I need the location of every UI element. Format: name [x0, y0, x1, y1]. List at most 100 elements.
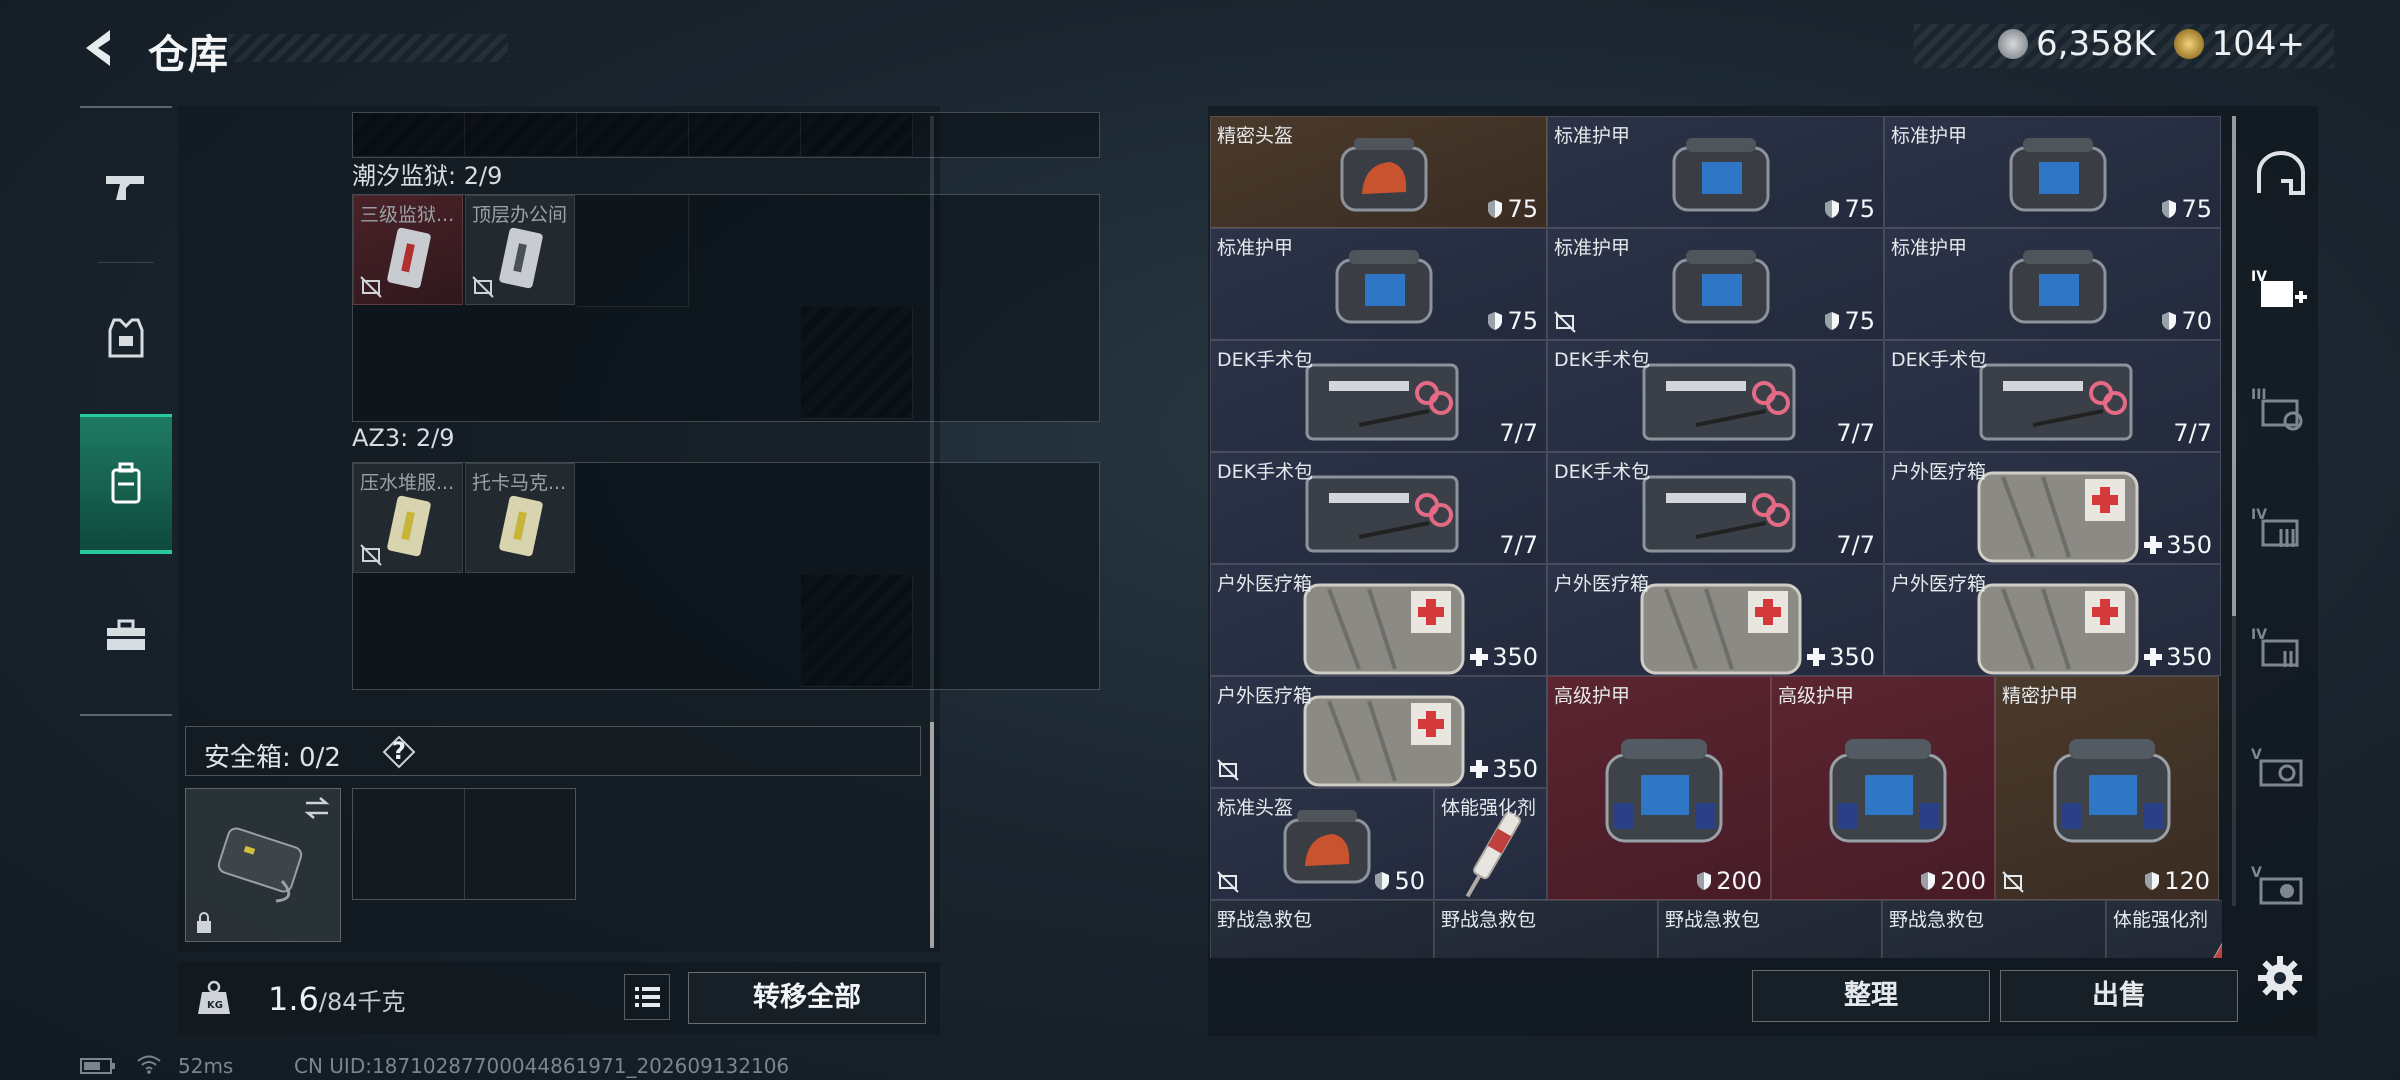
armor-vest-icon — [1672, 250, 1770, 324]
category-backpack[interactable] — [80, 414, 172, 554]
inventory-item[interactable]: DEK手术包 7/7 — [1547, 452, 1884, 564]
storage-scrollbar-thumb[interactable] — [930, 722, 934, 948]
inventory-item[interactable]: DEK手术包 7/7 — [1210, 452, 1547, 564]
sort-button[interactable]: 整理 — [1752, 970, 1990, 1022]
keycard-icon — [499, 495, 543, 557]
filter-ammo-iii[interactable]: III — [2248, 376, 2314, 442]
shield-icon — [1825, 312, 1840, 330]
swap-icon[interactable] — [302, 795, 332, 821]
list-item[interactable]: 顶层办公间 — [465, 195, 575, 305]
inventory-item[interactable]: DEK手术包 7/7 — [1884, 340, 2221, 452]
inventory-item[interactable]: 体能强化剂 — [1434, 788, 1547, 900]
armor-vest-icon — [1829, 739, 1947, 843]
inventory-item[interactable]: 标准头盔 50 — [1210, 788, 1434, 900]
help-button[interactable]: ? — [382, 735, 416, 769]
ammo-v-alt-filter-icon: V — [2251, 865, 2303, 905]
item-value: 350 — [1807, 643, 1875, 671]
weight-current: 1.6 — [268, 980, 319, 1018]
item-value: 7/7 — [1499, 531, 1538, 559]
item-name: DEK手术包 — [1554, 349, 1651, 371]
sell-button[interactable]: 出售 — [2000, 970, 2238, 1022]
list-item[interactable]: 托卡马克... — [465, 463, 575, 573]
item-name: 标准护甲 — [1891, 125, 1968, 147]
filter-ammo-v-alt[interactable]: V — [2248, 854, 2314, 920]
item-value-text: 7/7 — [1499, 419, 1538, 447]
item-value-text: 7/7 — [1836, 531, 1875, 559]
item-value-text: 200 — [1940, 867, 1986, 895]
no-insure-icon — [1554, 311, 1576, 333]
inventory-item[interactable]: 高级护甲 200 — [1771, 676, 1995, 900]
item-value-text: 120 — [2164, 867, 2210, 895]
filter-ammo-v[interactable]: V — [2248, 736, 2314, 802]
filter-medkit[interactable]: IV — [2248, 258, 2314, 324]
inventory-item[interactable]: 户外医疗箱 350 — [1884, 564, 2221, 676]
weight-capacity: /84千克 — [318, 988, 406, 1016]
weight-bar: KG 1.6/84千克 转移全部 — [178, 962, 940, 1034]
item-value-text: 7/7 — [2173, 419, 2212, 447]
item-name: 野战急救包 — [1441, 909, 1537, 931]
inventory-item[interactable]: 户外医疗箱 350 — [1884, 452, 2221, 564]
safebox-header: 安全箱: 0/2 ? — [185, 726, 921, 776]
item-value-text: 50 — [1394, 867, 1425, 895]
inventory-item[interactable]: 户外医疗箱 350 — [1210, 564, 1547, 676]
transfer-all-button[interactable]: 转移全部 — [688, 972, 926, 1024]
item-value: 50 — [1374, 867, 1425, 895]
inventory-item[interactable]: 精密护甲 120 — [1995, 676, 2219, 900]
item-value: 75 — [1487, 307, 1538, 335]
inventory-item[interactable]: 户外医疗箱 350 — [1547, 564, 1884, 676]
filter-helmet[interactable] — [2248, 142, 2314, 208]
inventory-item[interactable]: 体能强化剂 — [2106, 900, 2222, 958]
item-value-text: 75 — [2181, 195, 2212, 223]
category-weapons[interactable] — [80, 118, 172, 258]
inventory-item[interactable]: 户外医疗箱 350 — [1210, 676, 1547, 788]
filter-ammo-iv-alt[interactable]: IV — [2248, 616, 2314, 682]
item-value-text: 200 — [1716, 867, 1762, 895]
item-value: 7/7 — [1836, 419, 1875, 447]
lock-icon — [197, 912, 211, 933]
inventory-item[interactable]: 精密头盔 75 — [1210, 116, 1547, 228]
gun-icon — [106, 176, 144, 200]
inventory-item[interactable]: 野战急救包 — [1434, 900, 1658, 958]
inventory-item[interactable]: 标准护甲 75 — [1884, 116, 2221, 228]
inventory-item[interactable]: 野战急救包 — [1882, 900, 2106, 958]
list-view-button[interactable] — [624, 974, 670, 1020]
storage-grid-tide-prison: 三级监狱... 顶层办公间 — [352, 194, 1100, 422]
item-value-text: 350 — [1829, 643, 1875, 671]
list-item[interactable]: 压水堆服... — [353, 463, 463, 573]
item-name: 野战急救包 — [1217, 909, 1313, 931]
filter-ammo-iv[interactable]: IV — [2248, 496, 2314, 562]
plus-icon — [2144, 536, 2163, 554]
shield-icon — [1488, 200, 1503, 218]
inventory-item[interactable]: DEK手术包 7/7 — [1210, 340, 1547, 452]
section-title-tide-prison: 潮汐监狱: 2/9 — [352, 162, 503, 190]
item-value: 75 — [1824, 195, 1875, 223]
back-button[interactable] — [78, 26, 122, 70]
inventory-item[interactable]: DEK手术包 7/7 — [1547, 340, 1884, 452]
inventory-item[interactable]: 标准护甲 75 — [1210, 228, 1547, 340]
safebox-empty-slot[interactable] — [352, 788, 576, 900]
armor-vest-icon — [1672, 138, 1770, 212]
item-name: DEK手术包 — [1217, 461, 1314, 483]
inventory-item[interactable]: 标准护甲 75 — [1547, 116, 1884, 228]
category-armor[interactable] — [80, 268, 172, 408]
list-item[interactable]: 三级监狱... — [353, 195, 463, 305]
inventory-item[interactable]: 标准护甲 75 — [1547, 228, 1884, 340]
settings-button[interactable] — [2256, 954, 2304, 1002]
item-name: 标准护甲 — [1891, 237, 1968, 259]
inventory-item[interactable]: 高级护甲 200 — [1547, 676, 1771, 900]
item-value: 350 — [2144, 531, 2212, 559]
inventory-item[interactable]: 野战急救包 — [1658, 900, 1882, 958]
inventory-item[interactable]: 标准护甲 70 — [1884, 228, 2221, 340]
shield-icon — [1488, 312, 1503, 330]
item-value-text: 75 — [1507, 195, 1538, 223]
safebox-slot[interactable] — [185, 788, 341, 942]
armor-vest-icon — [2009, 138, 2107, 212]
weight-icon: KG — [198, 980, 230, 1014]
inventory-item[interactable]: 野战急救包 — [1210, 900, 1434, 958]
plus-icon — [2144, 648, 2163, 666]
shield-icon — [2162, 312, 2177, 330]
category-toolbox[interactable] — [80, 566, 172, 706]
page-title: 仓库 — [148, 32, 228, 78]
inventory-scrollbar-thumb[interactable] — [2232, 116, 2236, 616]
item-name: 标准护甲 — [1554, 237, 1631, 259]
